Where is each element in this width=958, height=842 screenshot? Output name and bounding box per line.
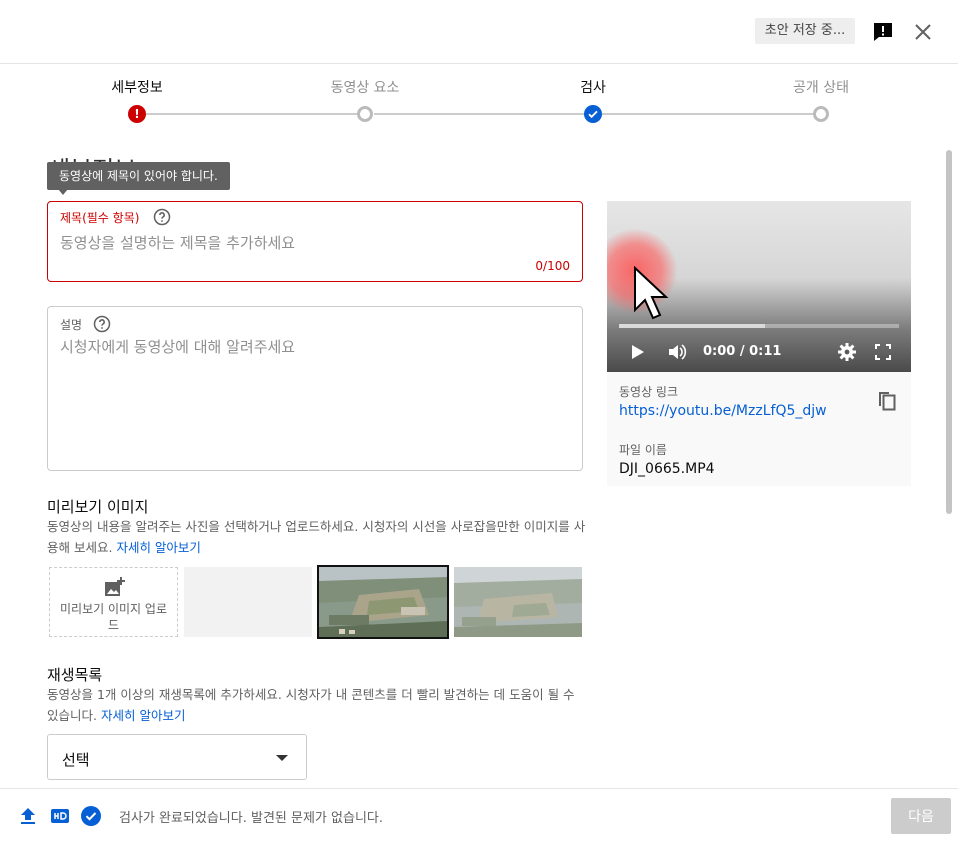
- upload-thumbnail-label: 미리보기 이미지 업로드: [60, 602, 167, 632]
- playlist-section-description: 동영상을 1개 이상의 재생목록에 추가하세요. 시청자가 내 콘텐츠를 더 빨…: [47, 687, 575, 723]
- copy-icon[interactable]: [875, 389, 899, 413]
- playlist-select[interactable]: 선택: [47, 734, 307, 780]
- playlist-select-value: 선택: [62, 751, 90, 769]
- thumbnail-option-loading[interactable]: [184, 567, 312, 637]
- description-input[interactable]: 시청자에게 동영상에 대해 알려주세요: [60, 336, 295, 357]
- thumbnail-section-description: 동영상의 내용을 알려주는 사진을 선택하거나 업로드하세요. 시청자의 시선을…: [47, 519, 586, 555]
- title-field[interactable]: 제목(필수 항목) 동영상을 설명하는 제목을 추가하세요 0/100: [47, 201, 583, 282]
- description-help-icon[interactable]: [93, 315, 111, 333]
- video-preview-panel: 0:00 / 0:11 동영상 링크 https://youtu.be/MzzL…: [607, 201, 911, 486]
- volume-icon[interactable]: [667, 342, 687, 362]
- next-button[interactable]: 다음: [891, 798, 951, 834]
- step-connector: [146, 113, 366, 115]
- step-details-error-icon[interactable]: !: [128, 105, 146, 123]
- thumbnail-option-selected[interactable]: [317, 565, 449, 639]
- dialog-footer: 검사가 완료되었습니다. 발견된 문제가 없습니다. 다음: [0, 788, 958, 842]
- checks-status-text: 검사가 완료되었습니다. 발견된 문제가 없습니다.: [119, 811, 383, 826]
- step-connector: [602, 113, 822, 115]
- upload-icon[interactable]: [17, 805, 39, 827]
- video-player[interactable]: 0:00 / 0:11: [607, 201, 911, 372]
- step-details-label[interactable]: 세부정보: [67, 77, 207, 97]
- settings-gear-icon[interactable]: [837, 342, 857, 362]
- video-link-label: 동영상 링크: [619, 385, 679, 399]
- thumbnail-section-title: 미리보기 이미지: [47, 498, 149, 516]
- playlist-section-title: 재생목록: [47, 666, 103, 684]
- description-field-label: 설명: [60, 318, 83, 332]
- thumbnail-learn-more-link[interactable]: 자세히 알아보기: [116, 540, 200, 555]
- step-checks-label[interactable]: 검사: [523, 77, 663, 97]
- title-required-tooltip: 동영상에 제목이 있어야 합니다.: [47, 162, 230, 190]
- video-link[interactable]: https://youtu.be/MzzLfQ5_djw: [619, 403, 827, 419]
- playlist-learn-more-link[interactable]: 자세히 알아보기: [101, 708, 185, 723]
- step-video-elements-label[interactable]: 동영상 요소: [295, 77, 435, 97]
- filename-value: DJI_0665.MP4: [619, 461, 715, 477]
- step-checks-check-icon[interactable]: [584, 105, 602, 123]
- title-field-label: 제목(필수 항목): [60, 211, 140, 225]
- description-field[interactable]: 설명 시청자에게 동영상에 대해 알려주세요: [47, 306, 583, 471]
- step-visibility-label[interactable]: 공개 상태: [751, 77, 891, 97]
- video-time: 0:00 / 0:11: [703, 344, 782, 359]
- checks-complete-icon[interactable]: [80, 805, 102, 827]
- upload-thumbnail-button[interactable]: 미리보기 이미지 업로드: [49, 567, 178, 637]
- step-connector: [374, 113, 594, 115]
- aerial-landscape-image: [319, 567, 447, 637]
- step-video-elements-dot[interactable]: [357, 106, 373, 122]
- dropdown-arrow-icon: [276, 755, 288, 761]
- draft-status-badge: 초안 저장 중...: [755, 18, 855, 44]
- hd-icon[interactable]: [49, 805, 71, 827]
- aerial-landscape-image: [454, 567, 582, 637]
- filename-label: 파일 이름: [619, 443, 667, 457]
- close-icon[interactable]: [911, 20, 935, 44]
- title-help-icon[interactable]: [153, 208, 171, 226]
- mouse-cursor-icon: [634, 266, 669, 320]
- title-char-counter: 0/100: [535, 259, 570, 273]
- play-icon[interactable]: [627, 342, 647, 362]
- feedback-icon[interactable]: [871, 20, 895, 44]
- upload-stepper: 세부정보 동영상 요소 검사 공개 상태 !: [0, 64, 958, 144]
- video-progress-buffer: [619, 324, 765, 328]
- thumbnail-option[interactable]: [454, 567, 582, 637]
- add-photo-icon: [105, 577, 125, 596]
- dialog-header: 초안 저장 중...: [0, 0, 958, 64]
- tooltip-arrow: [58, 189, 68, 195]
- fullscreen-icon[interactable]: [873, 342, 893, 362]
- step-visibility-dot[interactable]: [813, 106, 829, 122]
- scrollbar-thumb[interactable]: [946, 150, 952, 514]
- title-input[interactable]: 동영상을 설명하는 제목을 추가하세요: [60, 232, 295, 253]
